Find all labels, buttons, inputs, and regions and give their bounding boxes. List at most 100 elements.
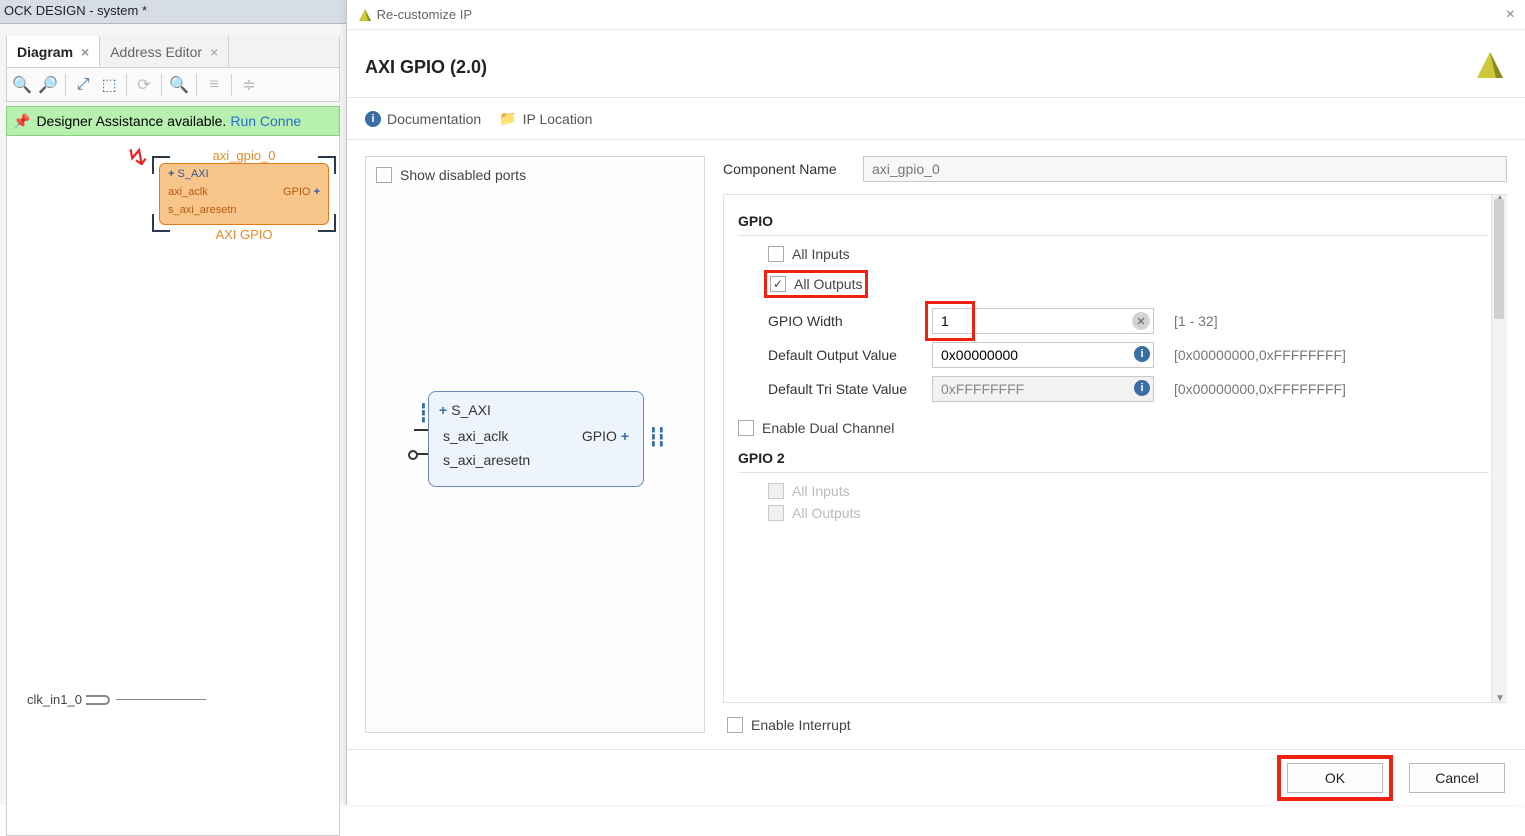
separator [126,74,127,96]
gpio2-all-inputs-checkbox: All Inputs [768,483,1489,499]
chevron-up-icon[interactable]: ▲ [1495,194,1505,204]
bd-canvas[interactable]: ↯ axi_gpio_0 + S_AXI axi_aclk s_axi_ares… [6,136,340,836]
dialog-header: AXI GPIO (2.0) [347,30,1525,98]
cancel-button[interactable]: Cancel [1409,763,1505,793]
designer-assist-banner: 📌 Designer Assistance available. Run Con… [6,106,340,136]
port-s-axi[interactable]: + S_AXI [168,168,209,180]
checkbox-label: Show disabled ports [400,167,526,183]
config-panel: Component Name ▲ ▼ GPIO All Inputs [723,156,1507,733]
checkbox-label: All Inputs [792,246,850,262]
folder-icon: 📁 [499,110,516,127]
checkbox-label: All Outputs [794,276,862,292]
checkbox-icon[interactable] [770,276,786,292]
show-disabled-ports-checkbox[interactable]: Show disabled ports [376,167,694,183]
port-axi-aclk[interactable]: axi_aclk [168,186,208,198]
tab-diagram[interactable]: Diagram × [7,36,100,67]
zoom-out-icon[interactable]: 🔍 [37,74,59,96]
ok-button[interactable]: OK [1287,763,1383,793]
default-output-range: [0x00000000,0xFFFFFFFF] [1174,347,1346,363]
bd-window-title: OCK DESIGN - system * [0,0,346,24]
ip-instance-name: axi_gpio_0 [159,148,329,163]
info-icon[interactable]: i [1134,380,1150,396]
info-icon: i [365,111,381,127]
ip-preview-block: +S_AXI s_axi_aclk s_axi_aresetn GPIO + [428,391,644,487]
checkbox-label: All Inputs [792,483,850,499]
tab-label: Diagram [17,44,73,60]
bus-icon: ┇ [418,403,426,424]
component-name-label: Component Name [723,161,853,177]
port-axi-aresetn[interactable]: s_axi_aresetn [168,204,237,216]
documentation-link[interactable]: i Documentation [365,110,481,127]
refresh-icon[interactable]: ⟳ [133,74,155,96]
checkbox-icon [768,483,784,499]
banner-text: Designer Assistance available. [36,113,226,129]
port-s-axi: +S_AXI [439,402,491,418]
search-icon[interactable]: 🔍 [168,74,190,96]
block-design-window: OCK DESIGN - system * Diagram × Address … [0,0,346,805]
clear-icon[interactable]: ✕ [1132,312,1150,330]
run-connection-link[interactable]: Run Conne [230,113,301,129]
bd-toolbar: 🔍 🔍 ⤢ ⬚ ⟳ 🔍 ≡ ≑ [6,68,340,102]
checkbox-icon[interactable] [727,717,743,733]
bd-tab-bar: Diagram × Address Editor × [6,36,340,68]
gpio2-group-title: GPIO 2 [738,450,1489,473]
dialog-title: Re-customize IP [377,7,472,22]
component-name-row: Component Name [723,156,1507,182]
selection-handle [152,214,170,232]
collapse-icon[interactable]: ≡ [203,74,225,96]
gpio-width-row: GPIO Width ✕ [1 - 32] [768,308,1489,334]
close-icon[interactable]: × [81,44,89,60]
selection-handle [318,214,336,232]
checkbox-icon [768,505,784,521]
ip-body[interactable]: + S_AXI axi_aclk s_axi_aresetn GPIO + [159,163,329,225]
xilinx-logo-icon [1473,48,1507,87]
wire [116,699,206,700]
port-s-axi-aclk: s_axi_aclk [443,428,508,444]
separator [65,74,66,96]
vertical-scrollbar[interactable]: ▲ ▼ [1491,195,1507,702]
gpio2-all-outputs-checkbox: All Outputs [768,505,1489,521]
close-icon[interactable]: × [210,44,218,60]
zoom-in-icon[interactable]: 🔍 [11,74,33,96]
close-icon[interactable]: × [1506,6,1515,24]
tab-label: Address Editor [110,44,202,60]
checkbox-icon[interactable] [738,420,754,436]
all-inputs-checkbox[interactable]: All Inputs [768,246,1489,262]
default-tri-row: Default Tri State Value i [0x00000000,0x… [768,376,1489,402]
external-port-clk-in1[interactable]: clk_in1_0 [27,692,206,707]
info-icon[interactable]: i [1134,346,1150,362]
ip-type-label: AXI GPIO [159,227,329,242]
default-output-input[interactable] [932,342,1154,368]
separator [196,74,197,96]
tab-address-editor[interactable]: Address Editor × [100,36,229,67]
bus-icon: ┇┇ [648,427,664,448]
checkbox-icon[interactable] [376,167,392,183]
ip-preview-panel: Show disabled ports ┇ +S_AXI s_axi_aclk … [365,156,705,733]
port-s-axi-aresetn: s_axi_aresetn [443,452,530,468]
fit-icon[interactable]: ⤢ [72,74,94,96]
select-area-icon[interactable]: ⬚ [98,74,120,96]
dialog-footer: OK Cancel [347,749,1525,805]
component-name-input[interactable] [863,156,1507,182]
selection-handle [318,156,336,174]
more-icon[interactable]: ≑ [238,74,260,96]
port-gpio: GPIO + [582,428,633,444]
enable-interrupt-checkbox[interactable]: Enable Interrupt [727,717,1507,733]
port-connector-icon [86,695,110,705]
port-gpio[interactable]: GPIO + [283,186,320,198]
ip-block-axi-gpio[interactable]: axi_gpio_0 + S_AXI axi_aclk s_axi_areset… [159,148,329,242]
dialog-link-bar: i Documentation 📁 IP Location [347,98,1525,140]
dialog-titlebar[interactable]: Re-customize IP × [347,0,1525,30]
annotation-highlight: OK [1279,757,1391,799]
recustomize-ip-dialog: Re-customize IP × AXI GPIO (2.0) i Docum… [346,0,1525,805]
ip-location-link[interactable]: 📁 IP Location [499,110,592,127]
enable-dual-channel-checkbox[interactable]: Enable Dual Channel [738,420,1489,436]
checkbox-label: Enable Dual Channel [762,420,894,436]
checkbox-icon[interactable] [768,246,784,262]
separator [161,74,162,96]
ip-title: AXI GPIO (2.0) [365,57,487,78]
chevron-down-icon[interactable]: ▼ [1495,693,1505,703]
all-outputs-checkbox[interactable]: All Outputs [768,274,864,294]
default-tri-label: Default Tri State Value [768,381,918,397]
default-tri-input [932,376,1154,402]
